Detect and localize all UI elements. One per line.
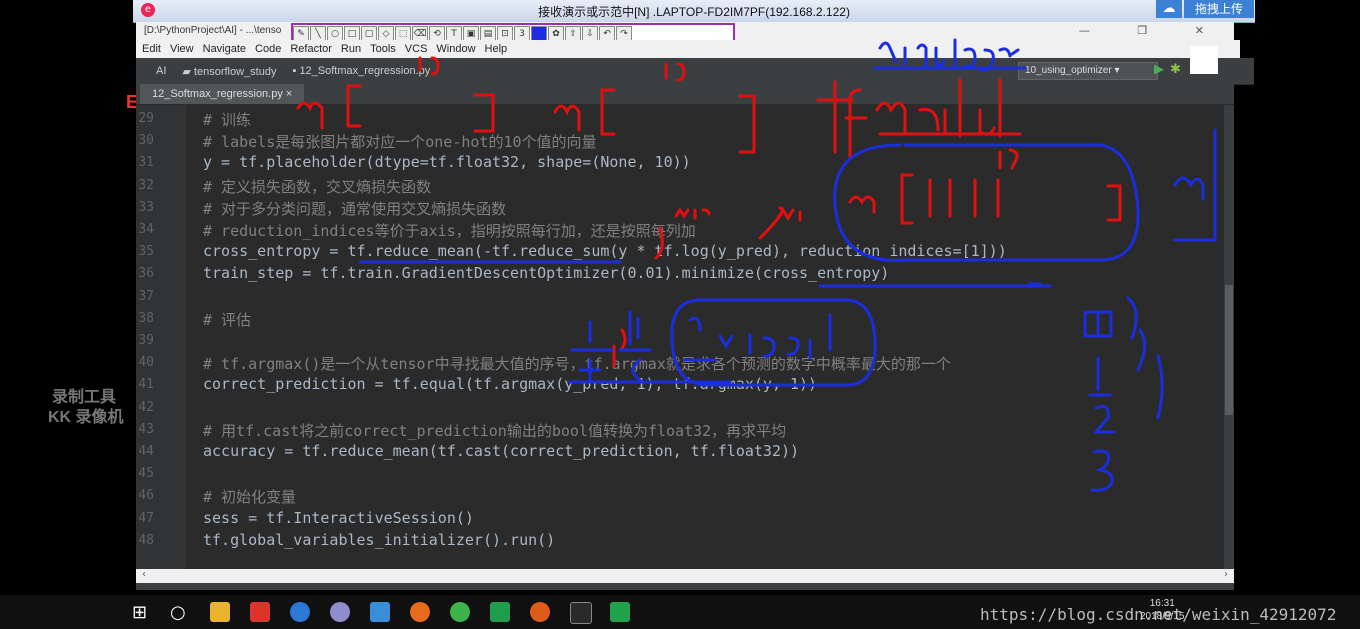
menu-window[interactable]: Window [436, 43, 475, 55]
code-comment-line[interactable]: # 训练 [203, 109, 251, 130]
code-editor[interactable]: 29 30 31 32 33 34 35 36 37 38 39 40 41 42 43 44 45 46 47 48… [136, 105, 1234, 569]
menu-navigate[interactable]: Navigate [203, 43, 246, 55]
taskbar: ⊞ ○ https://blog.csdn.net/weixin_4291207… [0, 595, 1360, 629]
upload-button[interactable]: 拖拽上传 [1184, 0, 1254, 18]
code-line[interactable]: tf.global_variables_initializer().run() [203, 531, 555, 549]
spreadsheet-icon[interactable] [610, 602, 630, 622]
project-path: [D:\PythonProject\AI] - ...\tenso [144, 25, 282, 36]
line-number: 48 [138, 532, 154, 548]
menu-help[interactable]: Help [485, 43, 508, 55]
code-comment-line[interactable]: # labels是每张图片都对应一个one-hot的10个值的向量 [203, 131, 597, 152]
remote-desktop-bar: e 接收演示或示范中[N] .LAPTOP-FD2IM7PF(192.168.2… [133, 0, 1255, 23]
code-comment-line[interactable]: # 对于多分类问题，通常使用交叉熵损失函数 [203, 198, 506, 219]
watermark-line-2: KK 录像机 [48, 409, 124, 426]
code-line[interactable]: sess = tf.InteractiveSession() [203, 509, 474, 527]
menu-view[interactable]: View [170, 43, 194, 55]
menu-tools[interactable]: Tools [370, 43, 396, 55]
player-icon[interactable] [370, 602, 390, 622]
code-comment-line[interactable]: # 用tf.cast将之前correct_prediction输出的bool值转… [203, 420, 786, 441]
breadcrumb-file[interactable]: ▪ 12_Softmax_regression.py [292, 65, 430, 77]
code-comment-line[interactable]: # tf.argmax()是一个从tensor中寻找最大值的序号，tf.argm… [203, 353, 951, 374]
line-number: 29 [138, 111, 154, 126]
windows-start-icon[interactable]: ⊞ [132, 602, 152, 623]
vertical-scrollbar[interactable] [1224, 105, 1234, 569]
clock[interactable]: 16:31 2018/9/15 [1140, 597, 1185, 623]
code-comment-line[interactable]: # 初始化变量 [203, 486, 296, 507]
code-comment-line[interactable]: # 评估 [203, 309, 251, 330]
menu-run[interactable]: Run [341, 43, 361, 55]
code-line[interactable]: correct_prediction = tf.equal(tf.argmax(… [203, 375, 817, 393]
window-controls[interactable]: — ❐ ✕ [1079, 24, 1226, 37]
line-number: 40 [138, 355, 154, 371]
menu-edit[interactable]: Edit [142, 43, 161, 55]
breadcrumb-folder[interactable]: ▰ tensorflow_study [182, 65, 276, 78]
ide-window: [D:\PythonProject\AI] - ...\tenso ✎ ╲ ○ … [136, 22, 1254, 590]
line-number: 44 [138, 444, 154, 459]
remote-desktop-icon[interactable] [570, 602, 592, 624]
line-number: 32 [138, 177, 154, 193]
code-line[interactable]: cross_entropy = tf.reduce_mean(-tf.reduc… [203, 242, 1007, 260]
cloud-icon[interactable]: ☁ [1156, 0, 1182, 18]
app-icon[interactable] [330, 602, 350, 622]
line-number: 30 [138, 133, 154, 149]
wechat-icon[interactable] [450, 602, 470, 622]
line-number: 42 [138, 399, 154, 415]
line-number: 31 [138, 155, 154, 171]
search-icon[interactable]: ○ [170, 602, 190, 623]
menu-refactor[interactable]: Refactor [290, 43, 332, 55]
recorder-watermark: 录制工具 KK 录像机 [30, 388, 124, 428]
code-line[interactable]: train_step = tf.train.GradientDescentOpt… [203, 264, 889, 282]
background-window-fragment-right [1190, 46, 1218, 74]
tab-softmax-regression[interactable]: 12_Softmax_regression.py × [140, 84, 304, 104]
menu-bar: Edit View Navigate Code Refactor Run Too… [136, 40, 1240, 58]
line-number: 39 [138, 333, 154, 348]
line-number: 35 [138, 244, 154, 260]
line-number-gutter: 29 30 31 32 33 34 35 36 37 38 39 40 41 42 43 44 45 46 47 48 [136, 105, 186, 569]
run-config-select[interactable]: 10_using_optimizer ▾ [1018, 62, 1158, 80]
menu-code[interactable]: Code [255, 43, 281, 55]
remote-title: 接收演示或示范中[N] .LAPTOP-FD2IM7PF(192.168.2.1… [538, 5, 850, 19]
line-number: 33 [138, 199, 154, 215]
horizontal-scrollbar[interactable]: ‹ › [136, 569, 1234, 583]
title-bar: [D:\PythonProject\AI] - ...\tenso ✎ ╲ ○ … [136, 22, 1234, 44]
breadcrumb-root[interactable]: AI [156, 65, 166, 77]
watermark-line-1: 录制工具 [52, 389, 117, 406]
clock-time: 16:31 [1149, 598, 1175, 609]
file-explorer-icon[interactable] [210, 602, 230, 622]
debug-icon[interactable]: ✱ [1170, 62, 1181, 77]
line-number: 36 [138, 266, 154, 282]
code-comment-line[interactable]: # 定义损失函数，交叉熵损失函数 [203, 176, 431, 197]
line-number: 46 [138, 488, 154, 504]
scroll-left-icon[interactable]: ‹ [142, 569, 146, 580]
line-number: 37 [138, 288, 154, 304]
browser-icon[interactable] [530, 602, 550, 622]
line-number: 43 [138, 421, 154, 437]
menu-vcs[interactable]: VCS [405, 43, 428, 55]
line-number: 38 [138, 310, 154, 326]
scroll-thumb[interactable] [1225, 285, 1233, 415]
line-number: 45 [138, 466, 154, 482]
line-number: 34 [138, 222, 154, 237]
kk-icon[interactable] [290, 602, 310, 622]
code-line[interactable]: accuracy = tf.reduce_mean(tf.cast(correc… [203, 442, 799, 460]
youdao-icon[interactable] [250, 602, 270, 622]
firefox-icon[interactable] [410, 602, 430, 622]
code-line[interactable]: y = tf.placeholder(dtype=tf.float32, sha… [203, 153, 691, 171]
line-number: 41 [138, 377, 154, 393]
folder-icon: ▰ [182, 65, 194, 78]
line-number: 47 [138, 510, 154, 526]
editor-tab-bar: 12_Softmax_regression.py × [136, 84, 1234, 105]
pycharm-icon[interactable] [490, 602, 510, 622]
clock-date: 2018/9/15 [1140, 611, 1185, 622]
code-comment-line[interactable]: # reduction_indices等价于axis，指明按照每行加，还是按照每… [203, 220, 696, 241]
scroll-right-icon[interactable]: › [1224, 569, 1228, 580]
run-icon[interactable]: ▶ [1154, 62, 1164, 77]
